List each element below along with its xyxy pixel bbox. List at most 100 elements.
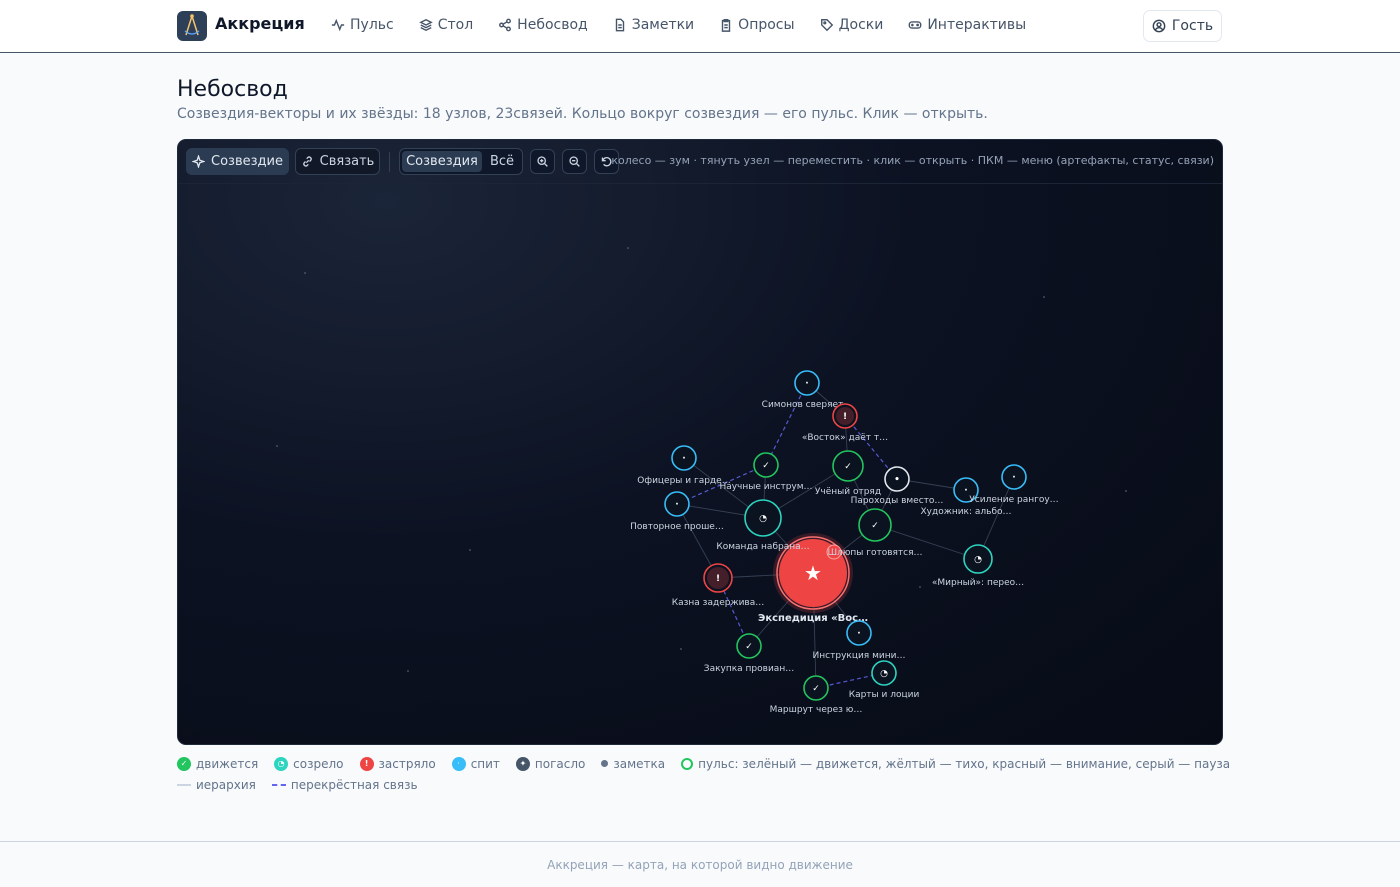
star-dot: [1125, 490, 1127, 492]
legend-stuck: ! застряло: [359, 756, 436, 771]
user-circle-icon: [1152, 19, 1166, 33]
clipboard-icon: [721, 19, 731, 32]
controls-hint: колесо — зум · тянуть узел — переместить…: [611, 154, 1214, 167]
node-glyph: ·: [857, 629, 860, 639]
check-icon: ✓: [177, 756, 191, 771]
legend-note: заметка: [601, 757, 665, 771]
star-dot: [680, 648, 682, 650]
node-label: Инструкция мини…: [813, 651, 906, 661]
view-all-tab[interactable]: Всё: [484, 151, 520, 172]
node-glyph: ✓: [762, 461, 770, 471]
guest-button[interactable]: Гость: [1143, 10, 1222, 42]
constellation-graph[interactable]: ★ Экспедиция «Вос… ·Симонов сверяет…! «Вост…: [178, 140, 1223, 745]
node-label: Казна задержива…: [672, 598, 765, 608]
star-dot: [919, 586, 921, 588]
zoom-out-button[interactable]: [562, 149, 587, 174]
node-label: Экспедиция «Вос…: [758, 613, 868, 624]
pulse-ring-icon: [681, 757, 694, 770]
node-simonov[interactable]: ·Симонов сверяет…: [762, 370, 853, 410]
add-constellation-button[interactable]: Созвездие: [186, 148, 289, 175]
star-dot: [469, 549, 471, 551]
node-label: Научные инструм…: [719, 482, 812, 492]
nav-desk[interactable]: Стол: [418, 14, 473, 36]
nav-boards[interactable]: Доски: [820, 14, 883, 36]
dashed-line-icon: [271, 783, 286, 786]
node-label: Команда набрана…: [716, 542, 809, 552]
node-scholar[interactable]: ✓Учёный отряд: [815, 450, 881, 497]
node-glyph: •: [894, 475, 900, 485]
exclamation-icon: !: [359, 756, 374, 771]
node-mirny[interactable]: ◔ «Мирный»: перео…: [932, 544, 1024, 588]
legend-hierarchy: иерархия: [177, 778, 256, 792]
node-label: Шлюпы готовятся…: [827, 548, 922, 558]
legend-cross-link: перекрёстная связь: [271, 778, 418, 792]
star-dot: [1043, 296, 1045, 298]
brand-name[interactable]: Аккреция: [215, 14, 305, 33]
star-dot: [627, 247, 629, 249]
node-glyph: ◔: [974, 555, 982, 565]
legend-pulse: пульс: зелёный — движется, жёлтый — тихо…: [681, 757, 1230, 771]
node-label: «Восток» даёт т…: [802, 433, 888, 443]
nav-sky[interactable]: Небосвод: [498, 14, 588, 36]
nodes: ★ Экспедиция «Вос… ·Симонов сверяет…! «Вост…: [630, 370, 1059, 715]
node-glyph: ✓: [844, 462, 852, 472]
node-treasury[interactable]: ! Казна задержива…: [672, 563, 765, 608]
nav-interactives[interactable]: Интерактивы: [908, 14, 1026, 36]
node-label: Офицеры и гарде…: [637, 476, 730, 486]
node-sloops[interactable]: ✓ Шлюпы готовятся…: [827, 508, 923, 558]
footer: Аккреция — карта, на которой видно движе…: [0, 841, 1400, 887]
node-officers[interactable]: · Офицеры и гарде…: [637, 445, 731, 486]
file-icon: [615, 18, 624, 32]
top-header: Аккреция Пульс Стол Небосвод Заметки Опр…: [0, 0, 1400, 53]
node-glyph: ✓: [871, 521, 879, 531]
node-crew[interactable]: ◔ Команда набрана…: [716, 499, 810, 552]
node-glyph: !: [843, 412, 847, 422]
page-subtitle: Созвездия-векторы и их звёзды: 18 узлов,…: [177, 106, 988, 122]
star-dot: [304, 272, 306, 274]
pie-icon: ◔: [274, 756, 289, 771]
node-glyph: ◔: [759, 514, 767, 524]
legend-ripe: ◔ созрело: [274, 756, 344, 771]
legend: ✓ движется ◔ созрело ! застряло · спит ✦…: [177, 756, 1246, 798]
node-label: Пароходы вместо…: [851, 496, 944, 506]
nav-notes[interactable]: Заметки: [613, 14, 694, 36]
node-glyph: ✓: [745, 642, 753, 652]
node-repeat[interactable]: · Повторное проше…: [630, 491, 724, 532]
node-sci[interactable]: ✓ Научные инструм…: [719, 452, 813, 492]
page-title: Небосвод: [177, 77, 288, 102]
node-maps[interactable]: ◔ Карты и лоции: [849, 660, 920, 700]
star-icon: ✦: [515, 756, 530, 771]
zoom-in-button[interactable]: [530, 149, 555, 174]
node-glyph: ★: [804, 561, 822, 585]
footer-text: Аккреция — карта, на которой видно движе…: [547, 858, 853, 872]
nav-pulse[interactable]: Пульс: [331, 14, 394, 36]
sparkle-icon: [192, 155, 206, 168]
nav-polls[interactable]: Опросы: [719, 14, 795, 36]
link-button[interactable]: Связать: [295, 148, 380, 175]
main-nav: Пульс Стол Небосвод Заметки Опросы Доски…: [331, 14, 1051, 36]
zoom-out-icon: [569, 156, 580, 167]
tag-icon: [820, 19, 833, 32]
note-dot-icon: [601, 760, 609, 767]
node-glyph: ◔: [880, 669, 888, 679]
sky-canvas[interactable]: ★ Экспедиция «Вос… · Симонов сверяет…! «Вост…: [177, 139, 1223, 745]
solid-line-icon: [177, 783, 191, 786]
legend-sleeping: · спит: [451, 756, 500, 771]
logo-icon[interactable]: [177, 11, 207, 41]
node-provisions[interactable]: ✓ Закупка провиан…: [704, 633, 794, 674]
view-constellations-tab[interactable]: Созвездия: [402, 151, 482, 172]
node-label: Усиление рангоу…: [969, 495, 1058, 505]
canvas-toolbar: Созвездие Связать Созвездия Всё колесо —…: [178, 140, 1222, 184]
star-dot: [407, 670, 409, 672]
node-glyph: ·: [1012, 473, 1015, 483]
link-icon: [302, 156, 312, 167]
node-instruct[interactable]: · Инструкция мини…: [813, 620, 906, 661]
node-label: Художник: альбо…: [920, 507, 1011, 517]
node-label: Карты и лоции: [849, 690, 920, 700]
legend-faded: ✦ погасло: [515, 756, 585, 771]
node-rangout[interactable]: · Усиление рангоу…: [969, 464, 1059, 505]
view-toggle: Созвездия Всё: [399, 148, 523, 175]
node-label: Повторное проше…: [630, 522, 724, 532]
node-label: Маршрут через ю…: [770, 705, 863, 715]
node-label: «Мирный»: перео…: [932, 578, 1024, 588]
